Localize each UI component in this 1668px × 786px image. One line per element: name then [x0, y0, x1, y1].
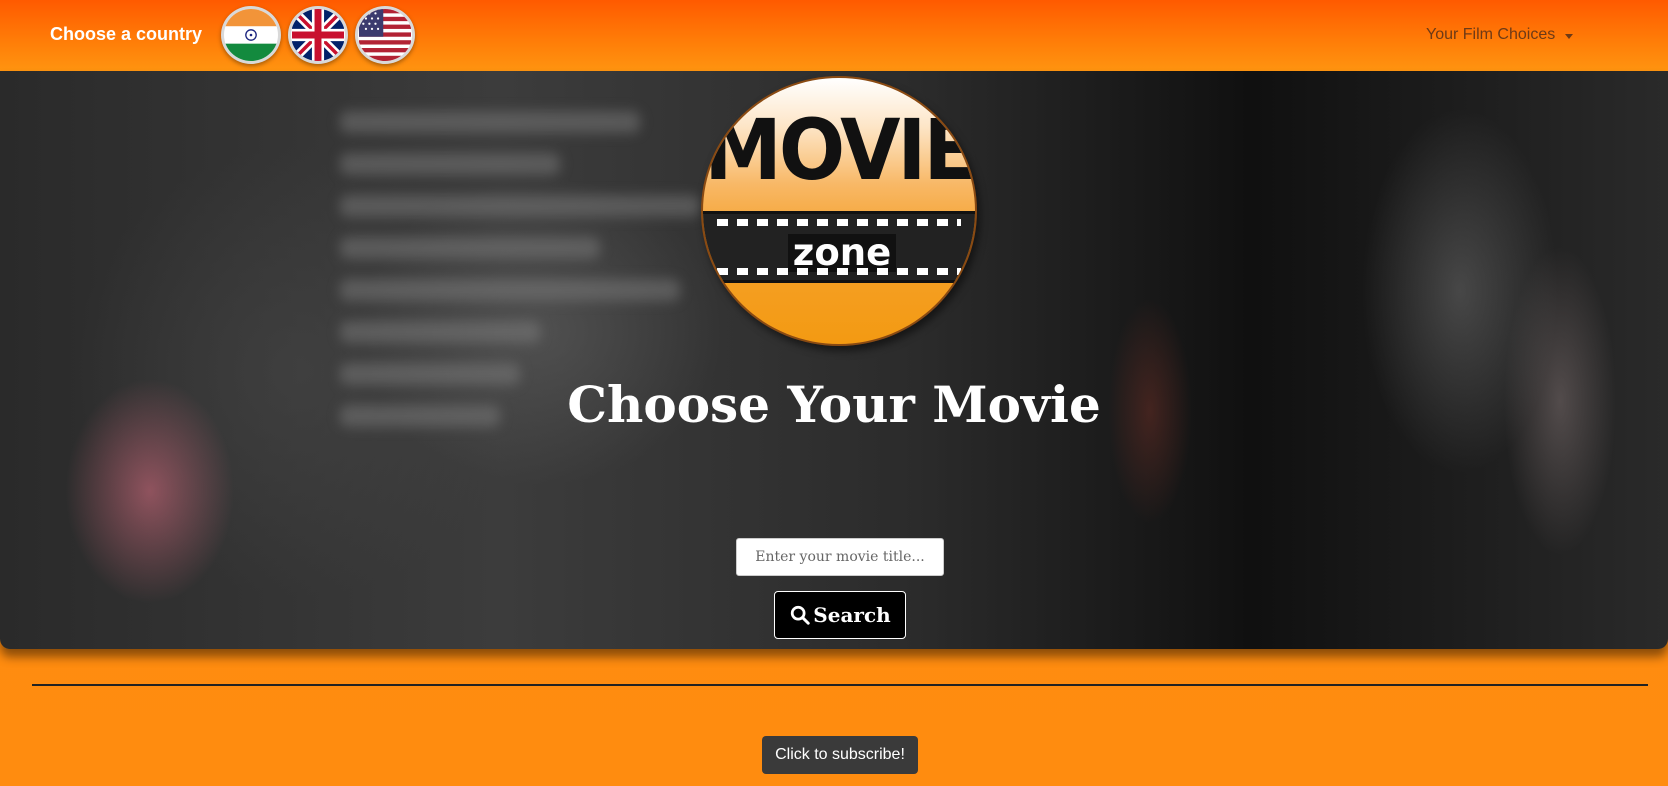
- india-flag-icon[interactable]: [221, 6, 281, 64]
- film-choices-label: Your Film Choices: [1426, 26, 1556, 43]
- filmstrip-graphic: zone: [703, 211, 975, 283]
- movie-search-input[interactable]: [736, 538, 944, 576]
- navbar-brand[interactable]: Choose a country: [50, 24, 202, 45]
- movie-zone-logo: MOVIE zone: [701, 76, 977, 346]
- page-title: Choose Your Movie: [567, 375, 1101, 434]
- logo-subtitle: zone: [788, 234, 896, 272]
- uk-flag-icon[interactable]: [288, 6, 348, 64]
- navbar: Choose a country Your Film Choices: [0, 0, 1668, 71]
- logo-title: MOVIE: [704, 102, 975, 200]
- chevron-down-icon: [1565, 33, 1574, 39]
- divider: [32, 684, 1648, 686]
- hero-banner: MOVIE zone Choose Your Movie Search: [0, 71, 1668, 649]
- film-choices-dropdown[interactable]: Your Film Choices: [1426, 26, 1574, 44]
- search-button-label: Search: [813, 603, 891, 627]
- subscribe-button[interactable]: Click to subscribe!: [762, 736, 918, 774]
- search-button[interactable]: Search: [774, 591, 906, 639]
- search-icon: [791, 605, 811, 625]
- country-flags: [221, 6, 415, 64]
- usa-flag-icon[interactable]: [355, 6, 415, 64]
